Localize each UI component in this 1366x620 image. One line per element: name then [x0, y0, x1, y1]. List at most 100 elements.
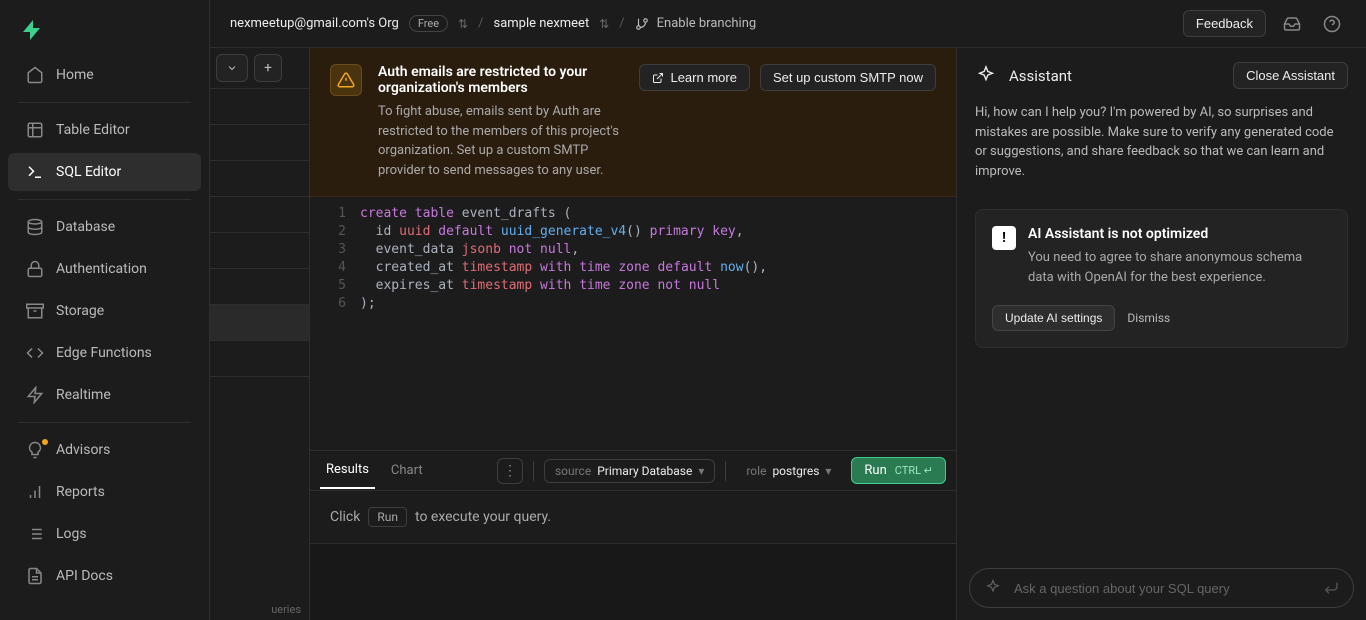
results-toolbar: Results Chart ⋮ source Primary Database …	[310, 450, 956, 490]
query-list-panel: + ueries	[210, 48, 310, 620]
list-item[interactable]	[210, 125, 309, 161]
assistant-panel: Assistant Close Assistant Hi, how can I …	[956, 48, 1366, 620]
sidebar-item-label: Realtime	[56, 387, 111, 403]
inbox-icon[interactable]	[1278, 10, 1306, 38]
source-value: Primary Database	[597, 464, 692, 478]
auth-email-alert: Auth emails are restricted to your organ…	[310, 48, 956, 197]
branch-icon	[635, 17, 649, 31]
list-item[interactable]	[210, 341, 309, 377]
logo[interactable]	[0, 10, 209, 54]
chevron-updown-icon[interactable]: ⇅	[599, 17, 609, 31]
role-label: role	[746, 464, 766, 478]
list-item[interactable]	[210, 197, 309, 233]
divider	[18, 422, 191, 423]
dismiss-button[interactable]: Dismiss	[1127, 311, 1170, 325]
run-shortcut: CTRL ↵	[895, 464, 933, 477]
help-icon[interactable]	[1318, 10, 1346, 38]
separator: /	[478, 16, 483, 31]
sidebar-item-label: Authentication	[56, 261, 147, 277]
alert-icon: !	[992, 226, 1016, 250]
assistant-intro: Hi, how can I help you? I'm powered by A…	[957, 103, 1366, 199]
line-gutter: 1 2 3 4 5 6	[310, 205, 360, 442]
database-icon	[26, 218, 44, 236]
list-item[interactable]	[210, 269, 309, 305]
chevron-down-icon: ▾	[698, 464, 704, 478]
sidebar-item-edge-functions[interactable]: Edge Functions	[8, 334, 201, 372]
sidebar-item-table-editor[interactable]: Table Editor	[8, 111, 201, 149]
divider	[18, 199, 191, 200]
sidebar-item-storage[interactable]: Storage	[8, 292, 201, 330]
alert-body: To fight abuse, emails sent by Auth are …	[378, 102, 623, 180]
divider	[533, 461, 534, 481]
breadcrumb-project[interactable]: sample nexmeet	[493, 16, 589, 31]
assistant-icon	[975, 65, 997, 87]
breadcrumb: nexmeetup@gmail.com's Org Free ⇅ / sampl…	[230, 15, 1173, 32]
sidebar-item-advisors[interactable]: Advisors	[8, 431, 201, 469]
role-selector[interactable]: role postgres ▾	[736, 460, 841, 482]
code-content[interactable]: create table event_drafts ( id uuid defa…	[360, 205, 956, 442]
list-item[interactable]	[210, 161, 309, 197]
list-item[interactable]	[210, 305, 309, 341]
results-body	[310, 543, 956, 620]
topbar: nexmeetup@gmail.com's Org Free ⇅ / sampl…	[210, 0, 1366, 48]
truncated-label: ueries	[267, 599, 305, 620]
card-title: AI Assistant is not optimized	[1028, 226, 1331, 242]
chevron-updown-icon[interactable]: ⇅	[458, 17, 468, 31]
sidebar-item-reports[interactable]: Reports	[8, 473, 201, 511]
learn-more-button[interactable]: Learn more	[639, 64, 749, 91]
plan-badge: Free	[409, 15, 448, 32]
sidebar-item-label: Reports	[56, 484, 105, 500]
branching-label: Enable branching	[657, 16, 757, 31]
file-text-icon	[26, 567, 44, 585]
sidebar-item-logs[interactable]: Logs	[8, 515, 201, 553]
enable-branching-button[interactable]: Enable branching	[635, 16, 757, 31]
assistant-input[interactable]	[1014, 581, 1311, 596]
results-click-text: Click	[330, 509, 360, 525]
assistant-title: Assistant	[1009, 67, 1221, 85]
send-icon[interactable]	[1323, 580, 1339, 596]
sql-editor[interactable]: 1 2 3 4 5 6 create table event_drafts ( …	[310, 197, 956, 450]
query-dropdown[interactable]	[216, 54, 248, 82]
run-label: Run	[864, 463, 886, 478]
assistant-icon	[984, 579, 1002, 597]
role-value: postgres	[772, 464, 819, 478]
sidebar-item-sql-editor[interactable]: SQL Editor	[8, 153, 201, 191]
list-item[interactable]	[210, 233, 309, 269]
source-selector[interactable]: source Primary Database ▾	[544, 459, 715, 483]
assistant-input-container	[969, 568, 1354, 608]
feedback-button[interactable]: Feedback	[1183, 10, 1266, 37]
card-body: You need to agree to share anonymous sch…	[1028, 248, 1331, 287]
sidebar-item-label: Logs	[56, 526, 87, 542]
tab-results[interactable]: Results	[320, 452, 375, 489]
lightbulb-icon	[26, 441, 44, 459]
sidebar-item-label: SQL Editor	[56, 164, 121, 180]
sidebar-item-api-docs[interactable]: API Docs	[8, 557, 201, 595]
setup-smtp-button[interactable]: Set up custom SMTP now	[760, 64, 936, 91]
sidebar-item-database[interactable]: Database	[8, 208, 201, 246]
close-assistant-button[interactable]: Close Assistant	[1233, 62, 1348, 89]
learn-more-label: Learn more	[670, 70, 736, 85]
sidebar: Home Table Editor SQL Editor Database Au…	[0, 0, 210, 620]
tab-chart[interactable]: Chart	[385, 453, 429, 488]
more-options-button[interactable]: ⋮	[497, 458, 523, 484]
list-icon	[26, 525, 44, 543]
home-icon	[26, 66, 44, 84]
terminal-icon	[26, 163, 44, 181]
update-ai-settings-button[interactable]: Update AI settings	[992, 305, 1115, 331]
supabase-logo-icon	[20, 18, 44, 42]
code-icon	[26, 344, 44, 362]
sidebar-item-authentication[interactable]: Authentication	[8, 250, 201, 288]
sidebar-item-realtime[interactable]: Realtime	[8, 376, 201, 414]
sidebar-item-label: Advisors	[56, 442, 110, 458]
sidebar-item-label: API Docs	[56, 568, 113, 584]
new-query-button[interactable]: +	[254, 54, 282, 82]
table-icon	[26, 121, 44, 139]
sidebar-item-label: Edge Functions	[56, 345, 152, 361]
breadcrumb-org[interactable]: nexmeetup@gmail.com's Org	[230, 16, 399, 31]
bar-chart-icon	[26, 483, 44, 501]
sidebar-item-label: Storage	[56, 303, 104, 319]
sidebar-item-home[interactable]: Home	[8, 56, 201, 94]
list-item[interactable]	[210, 89, 309, 125]
sidebar-item-label: Home	[56, 67, 94, 83]
run-button[interactable]: Run CTRL ↵	[851, 457, 946, 484]
